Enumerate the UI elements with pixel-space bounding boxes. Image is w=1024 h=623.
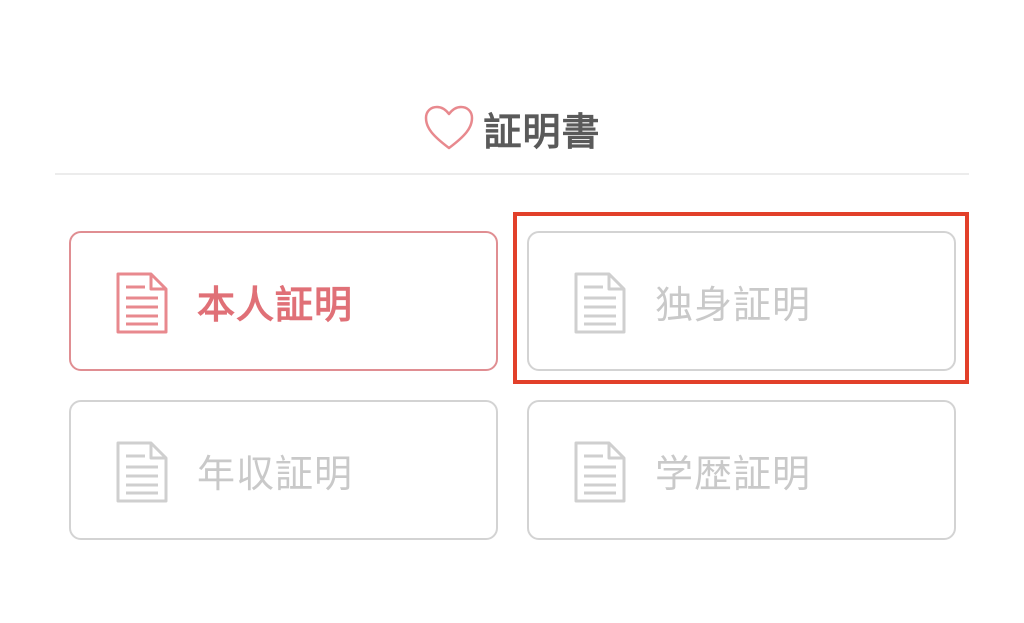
certificate-card-label: 学歴証明 (655, 451, 812, 496)
document-icon (116, 441, 168, 503)
page-title: 証明書 (483, 109, 601, 154)
document-icon (574, 441, 626, 503)
heart-outline-icon (425, 105, 474, 150)
certificate-card-label: 独身証明 (655, 282, 812, 327)
header-divider (55, 173, 969, 175)
document-icon (116, 272, 168, 334)
document-icon (574, 272, 626, 334)
certificate-card-education[interactable]: 学歴証明 (527, 400, 956, 540)
certificate-card-label: 本人証明 (197, 282, 354, 327)
certificate-card-label: 年収証明 (197, 451, 354, 496)
page-header: 証明書 (0, 96, 1024, 160)
certificate-card-identity[interactable]: 本人証明 (69, 231, 498, 371)
certificate-card-single-status[interactable]: 独身証明 (527, 231, 956, 371)
certificate-card-income[interactable]: 年収証明 (69, 400, 498, 540)
